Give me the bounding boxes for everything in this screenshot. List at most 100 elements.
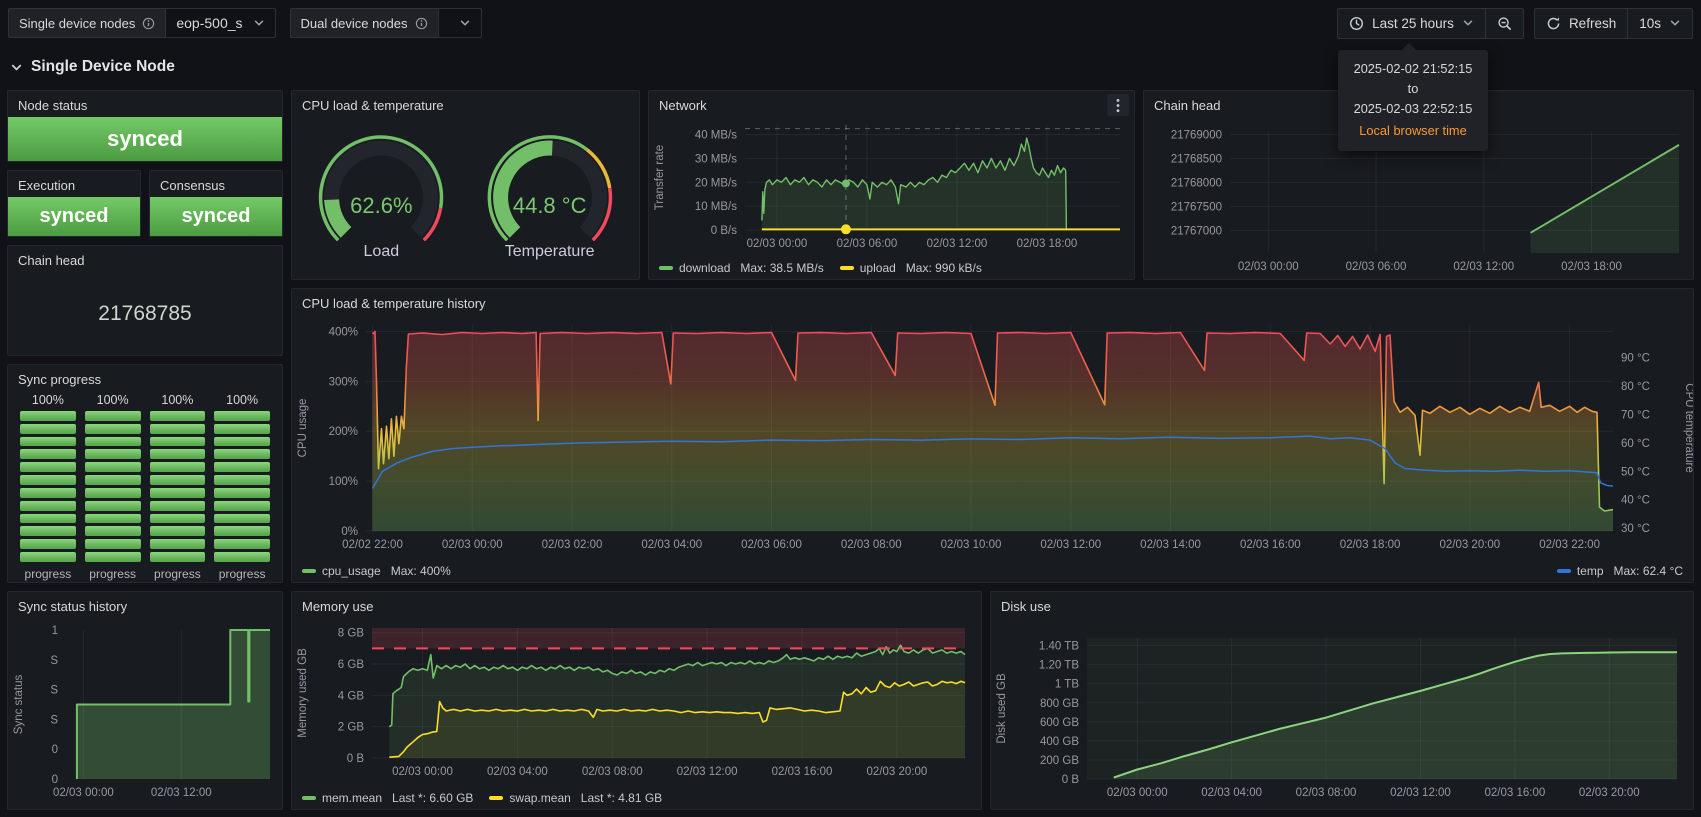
legend-item-swap.mean[interactable]: swap.mean Last *: 4.81 GB (489, 791, 662, 805)
progress-cell (20, 526, 76, 537)
tooltip-to-date: 2025-02-03 22:52:15 (1353, 100, 1473, 116)
panel-menu-kebab-icon[interactable] (1107, 94, 1129, 116)
svg-text:6 GB: 6 GB (338, 659, 365, 671)
svg-text:80 °C: 80 °C (1621, 381, 1650, 393)
panel-title[interactable]: Node status (8, 91, 282, 117)
panel-title[interactable]: Sync progress (8, 365, 282, 391)
variable-value-dropdown[interactable]: eop-500_s (166, 8, 276, 38)
panel-cpu-gauges: CPU load & temperature 62.6% Load 44.8 °… (291, 90, 640, 280)
panel-title[interactable]: Chain head (8, 246, 282, 272)
info-icon[interactable] (415, 17, 428, 30)
variable-label-text: Single device nodes (19, 15, 136, 31)
panel-title[interactable]: CPU load & temperature history (292, 289, 1693, 315)
variable-value-dropdown[interactable] (438, 8, 482, 38)
progress-cell (214, 539, 270, 550)
legend-item-cpu_usage[interactable]: cpu_usage Max: 400% (302, 564, 451, 578)
svg-text:02/03 18:00: 02/03 18:00 (1561, 261, 1622, 273)
progress-cell (20, 449, 76, 460)
grafana-dashboard: Single device nodes eop-500_s Dual devic… (0, 0, 1701, 817)
legend-item-temp[interactable]: temp Max: 62.4 °C (1556, 564, 1684, 578)
progress-value: 100% (31, 393, 64, 407)
sync-status-chart[interactable]: 0 0 S S S 1 02/03 00:00 02/03 12:00 Sync status (8, 618, 282, 814)
progress-cell (149, 526, 206, 537)
svg-text:02/03 08:00: 02/03 08:00 (582, 766, 643, 778)
progress-value: 100% (96, 393, 129, 407)
svg-text:S: S (50, 714, 58, 726)
memory-chart[interactable]: 0 B 2 GB 4 GB 6 GB 8 GB 02/03 00:00 02/03 04:0… (292, 618, 981, 789)
legend-label: swap.mean (509, 791, 571, 805)
chevron-down-icon (253, 17, 265, 29)
svg-text:02/03 06:00: 02/03 06:00 (741, 539, 802, 551)
chevron-down-icon (1669, 17, 1681, 29)
svg-text:0: 0 (52, 744, 58, 756)
time-range-button[interactable]: Last 25 hours (1338, 9, 1485, 38)
execution-status-value: synced (8, 197, 140, 236)
legend-item-mem.mean[interactable]: mem.mean Last *: 6.60 GB (302, 791, 473, 805)
svg-text:200%: 200% (329, 426, 358, 438)
legend-value: Last *: 4.81 GB (580, 791, 663, 805)
progress-cell (149, 539, 206, 550)
svg-text:02/03 04:00: 02/03 04:00 (641, 539, 702, 551)
panel-title[interactable]: CPU load & temperature (292, 91, 639, 117)
panel-title[interactable]: Memory use (292, 592, 981, 618)
svg-text:Memory used GB: Memory used GB (297, 648, 309, 738)
info-icon[interactable] (142, 17, 155, 30)
row-single-device-node[interactable]: Single Device Node (10, 58, 175, 76)
panel-title[interactable]: Sync status history (8, 592, 282, 618)
tooltip-to-word: to (1407, 80, 1419, 96)
sync-progress-gauge: 100% progress (20, 393, 76, 581)
panel-node-status: Node status synced (7, 90, 283, 162)
legend-item-upload[interactable]: upload Max: 990 kB/s (839, 261, 982, 275)
svg-text:02/03 06:00: 02/03 06:00 (1346, 261, 1407, 273)
progress-cell (214, 449, 270, 460)
svg-text:02/03 00:00: 02/03 00:00 (747, 238, 808, 250)
progress-cell (84, 475, 141, 485)
svg-text:1: 1 (52, 625, 58, 637)
panel-title[interactable]: Disk use (991, 592, 1693, 618)
svg-text:0 B/s: 0 B/s (711, 225, 737, 237)
svg-text:30 MB/s: 30 MB/s (695, 153, 737, 165)
progress-cell (20, 462, 76, 473)
panel-title[interactable]: Network (649, 91, 1134, 117)
time-range-label: Last 25 hours (1372, 15, 1454, 31)
panel-cpu-history: CPU load & temperature history 0% 100% 200… (291, 288, 1695, 583)
svg-text:Sync status: Sync status (13, 675, 25, 735)
svg-text:02/03 16:00: 02/03 16:00 (1240, 539, 1301, 551)
svg-text:02/03 22:00: 02/03 22:00 (1539, 539, 1600, 551)
progress-cell-stack (84, 411, 141, 562)
consensus-status-value: synced (150, 197, 282, 236)
network-legend: download Max: 38.5 MB/s upload Max: 990 kB/… (649, 259, 1134, 284)
panel-title[interactable]: Execution (8, 171, 140, 197)
svg-text:21767500: 21767500 (1171, 201, 1222, 213)
variable-label: Dual device nodes (289, 8, 439, 38)
chevron-down-icon (10, 61, 23, 74)
legend-value: Last *: 6.60 GB (392, 791, 474, 805)
progress-cell (149, 436, 206, 447)
refresh-interval-button[interactable]: 10s (1627, 8, 1692, 38)
svg-text:1.40 TB: 1.40 TB (1039, 641, 1079, 653)
panel-title[interactable]: Consensus (150, 171, 282, 197)
refresh-button[interactable]: Refresh (1535, 9, 1627, 38)
progress-cell (149, 513, 206, 524)
svg-text:300%: 300% (329, 376, 358, 388)
svg-text:20 MB/s: 20 MB/s (695, 177, 737, 189)
progress-cell (84, 423, 141, 434)
svg-text:CPU temperature: CPU temperature (1683, 383, 1693, 472)
dashboard-topbar: Single device nodes eop-500_s Dual devic… (0, 0, 1701, 46)
gauge-value: 44.8 °C (512, 193, 587, 218)
refresh-interval-label: 10s (1639, 15, 1661, 31)
svg-text:100%: 100% (329, 476, 358, 488)
network-chart[interactable]: 0 B/s 10 MB/s 20 MB/s 30 MB/s 40 MB/s 02/03 0… (649, 117, 1134, 259)
disk-chart[interactable]: 0 B 200 GB 400 GB 600 GB 800 GB 1 TB 1.20 TB 1.… (991, 618, 1693, 814)
svg-text:21767000: 21767000 (1171, 225, 1222, 237)
svg-text:60 °C: 60 °C (1621, 438, 1650, 450)
gauge-arc (467, 131, 633, 242)
progress-cell (84, 526, 141, 537)
progress-value: 100% (161, 393, 194, 407)
svg-text:10 MB/s: 10 MB/s (695, 201, 737, 213)
cpu-history-chart[interactable]: 0% 100% 200% 300% 400% 30 °C 40 °C 50 °C 60 °C 70… (292, 315, 1695, 562)
zoom-out-button[interactable] (1484, 8, 1523, 38)
legend-item-download[interactable]: download Max: 38.5 MB/s (659, 261, 824, 275)
time-range-tooltip: 2025-02-02 21:52:15 to 2025-02-03 22:52:… (1338, 42, 1488, 152)
legend-value: Max: 62.4 °C (1613, 564, 1684, 578)
